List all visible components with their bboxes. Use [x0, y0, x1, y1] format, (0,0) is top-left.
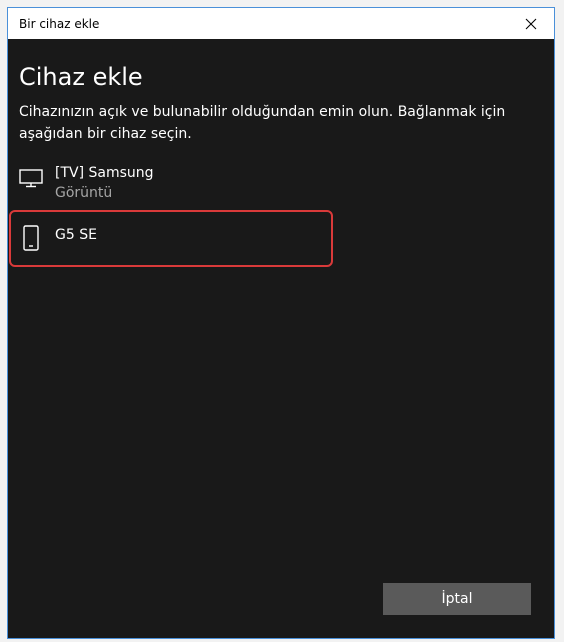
instructions-text: Cihazınızın açık ve bulunabilir olduğund… [19, 104, 506, 142]
device-item-samsung-tv[interactable]: [TV] Samsung Görüntü [8, 158, 333, 218]
cancel-button[interactable]: İptal [383, 583, 531, 615]
close-button[interactable] [508, 8, 554, 39]
title-bar: Bir cihaz ekle [8, 8, 554, 39]
selection-highlight [9, 210, 333, 267]
add-device-dialog: Bir cihaz ekle Cihaz ekle Cihazınızın aç… [7, 7, 555, 639]
device-name: [TV] Samsung [55, 165, 154, 181]
close-icon [525, 18, 537, 29]
page-title: Cihaz ekle [19, 63, 143, 91]
device-type: Görüntü [55, 185, 113, 201]
monitor-icon [19, 168, 43, 192]
window-title: Bir cihaz ekle [19, 17, 100, 31]
